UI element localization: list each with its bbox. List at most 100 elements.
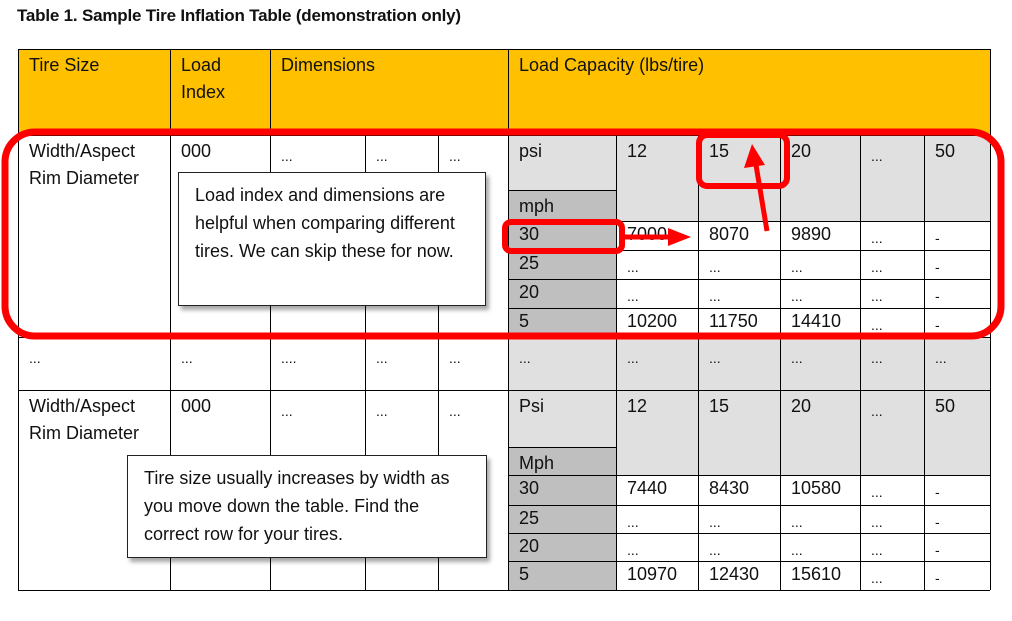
load-capacity-value: - — [935, 259, 940, 275]
mph-value: 20 — [519, 536, 540, 556]
load-capacity-value: - — [935, 570, 940, 586]
header-load-index: Load Index — [170, 49, 270, 135]
grid-line — [508, 505, 990, 506]
grid-line — [860, 390, 861, 590]
ellipsis-cell: ... — [376, 350, 388, 366]
load-capacity-value: ... — [709, 514, 721, 530]
mph-value: 30 — [519, 224, 540, 244]
grid-line — [924, 390, 925, 590]
grid-line — [438, 337, 439, 390]
mph-value: 25 — [519, 253, 540, 273]
load-capacity-value: ... — [871, 288, 883, 304]
load-capacity-value: ... — [709, 259, 721, 275]
grid-line — [508, 221, 990, 222]
callout-load-index-note: Load index and dimensions are helpful wh… — [178, 172, 486, 306]
grid-line — [508, 447, 616, 448]
grid-line — [990, 49, 991, 135]
grid-line — [18, 337, 990, 338]
grid-line — [18, 337, 19, 390]
callout-text: Tire size usually increases by width as … — [144, 468, 450, 544]
load-capacity-value: ... — [871, 259, 883, 275]
grid-line — [508, 279, 990, 280]
psi-value: 50 — [935, 396, 956, 416]
load-capacity-value: - — [935, 288, 940, 304]
ellipsis-cell: ... — [29, 350, 41, 366]
header-load-index-line2: Index — [181, 82, 226, 102]
load-capacity-value: - — [935, 514, 940, 530]
load-capacity-value: ... — [627, 288, 639, 304]
psi-value: 15 — [709, 141, 730, 161]
grid-line — [698, 390, 699, 590]
grid-line — [18, 49, 990, 50]
load-capacity-value: 9890 — [791, 224, 832, 244]
grid-line — [990, 390, 991, 590]
callout-tire-size-note: Tire size usually increases by width as … — [127, 455, 487, 558]
psi-label: Psi — [519, 396, 545, 416]
grid-line — [508, 250, 990, 251]
grid-line — [270, 49, 271, 135]
mph-value: 5 — [519, 311, 530, 331]
ellipsis-cell: ... — [181, 350, 193, 366]
psi-value: 15 — [709, 396, 730, 416]
grid-line — [508, 49, 509, 135]
load-capacity-value: ... — [709, 542, 721, 558]
ellipsis-cell: ... — [519, 350, 531, 366]
psi-value: 12 — [627, 396, 648, 416]
callout-text: Load index and dimensions are helpful wh… — [195, 185, 455, 261]
grid-line — [698, 135, 699, 337]
table-caption: Table 1. Sample Tire Inflation Table (de… — [17, 6, 461, 25]
ellipsis-cell: .... — [281, 350, 297, 366]
grid-line — [860, 337, 861, 390]
load-capacity-value: ... — [627, 514, 639, 530]
load-capacity-value: 11750 — [709, 311, 758, 331]
grid-line — [780, 337, 781, 390]
tire-size-line1: Width/Aspect — [29, 141, 136, 161]
load-capacity-value: 8070 — [709, 224, 750, 244]
load-capacity-value: - — [935, 230, 940, 246]
tire-size-line2: Rim Diameter — [29, 423, 140, 443]
grid-line — [990, 135, 991, 337]
grid-line — [18, 390, 19, 590]
grid-line — [170, 49, 171, 135]
mph-label: mph — [519, 196, 555, 216]
grid-line — [365, 337, 366, 390]
tire-size-line1: Width/Aspect — [29, 396, 136, 416]
grid-line — [170, 135, 171, 337]
load-capacity-value: ... — [871, 484, 883, 500]
psi-value: ... — [871, 148, 883, 164]
mph-value: 5 — [519, 564, 530, 584]
header-load-capacity: Load Capacity (lbs/tire) — [519, 55, 705, 75]
psi-value: 12 — [627, 141, 648, 161]
load-capacity-value: 7440 — [627, 478, 668, 498]
grid-line — [508, 337, 509, 390]
mph-label: Mph — [519, 453, 555, 473]
load-capacity-value: - — [935, 317, 940, 333]
ellipsis-cell: ... — [627, 350, 639, 366]
load-capacity-value: ... — [791, 542, 803, 558]
mph-value: 25 — [519, 508, 540, 528]
mph-value: 30 — [519, 478, 540, 498]
load-capacity-value: 7000 — [627, 224, 668, 244]
grid-line — [18, 49, 19, 135]
grid-line — [860, 135, 861, 337]
psi-value: 20 — [791, 141, 812, 161]
grid-line — [616, 390, 617, 590]
ellipsis-cell: ... — [709, 350, 721, 366]
load-capacity-value: ... — [791, 288, 803, 304]
header-tire-size: Tire Size — [29, 55, 100, 75]
grid-line — [990, 337, 991, 390]
load-capacity-value: ... — [627, 259, 639, 275]
grid-line — [508, 390, 509, 590]
grid-line — [18, 135, 990, 136]
psi-value: ... — [871, 403, 883, 419]
load-capacity-value: ... — [871, 317, 883, 333]
load-capacity-value: ... — [871, 570, 883, 586]
mph-value: 20 — [519, 282, 540, 302]
load-capacity-value: - — [935, 484, 940, 500]
load-capacity-value: 15610 — [791, 564, 842, 584]
load-capacity-value: - — [935, 542, 940, 558]
ellipsis-cell: ... — [871, 350, 883, 366]
load-capacity-value: ... — [791, 259, 803, 275]
grid-line — [508, 475, 990, 476]
grid-line — [924, 337, 925, 390]
